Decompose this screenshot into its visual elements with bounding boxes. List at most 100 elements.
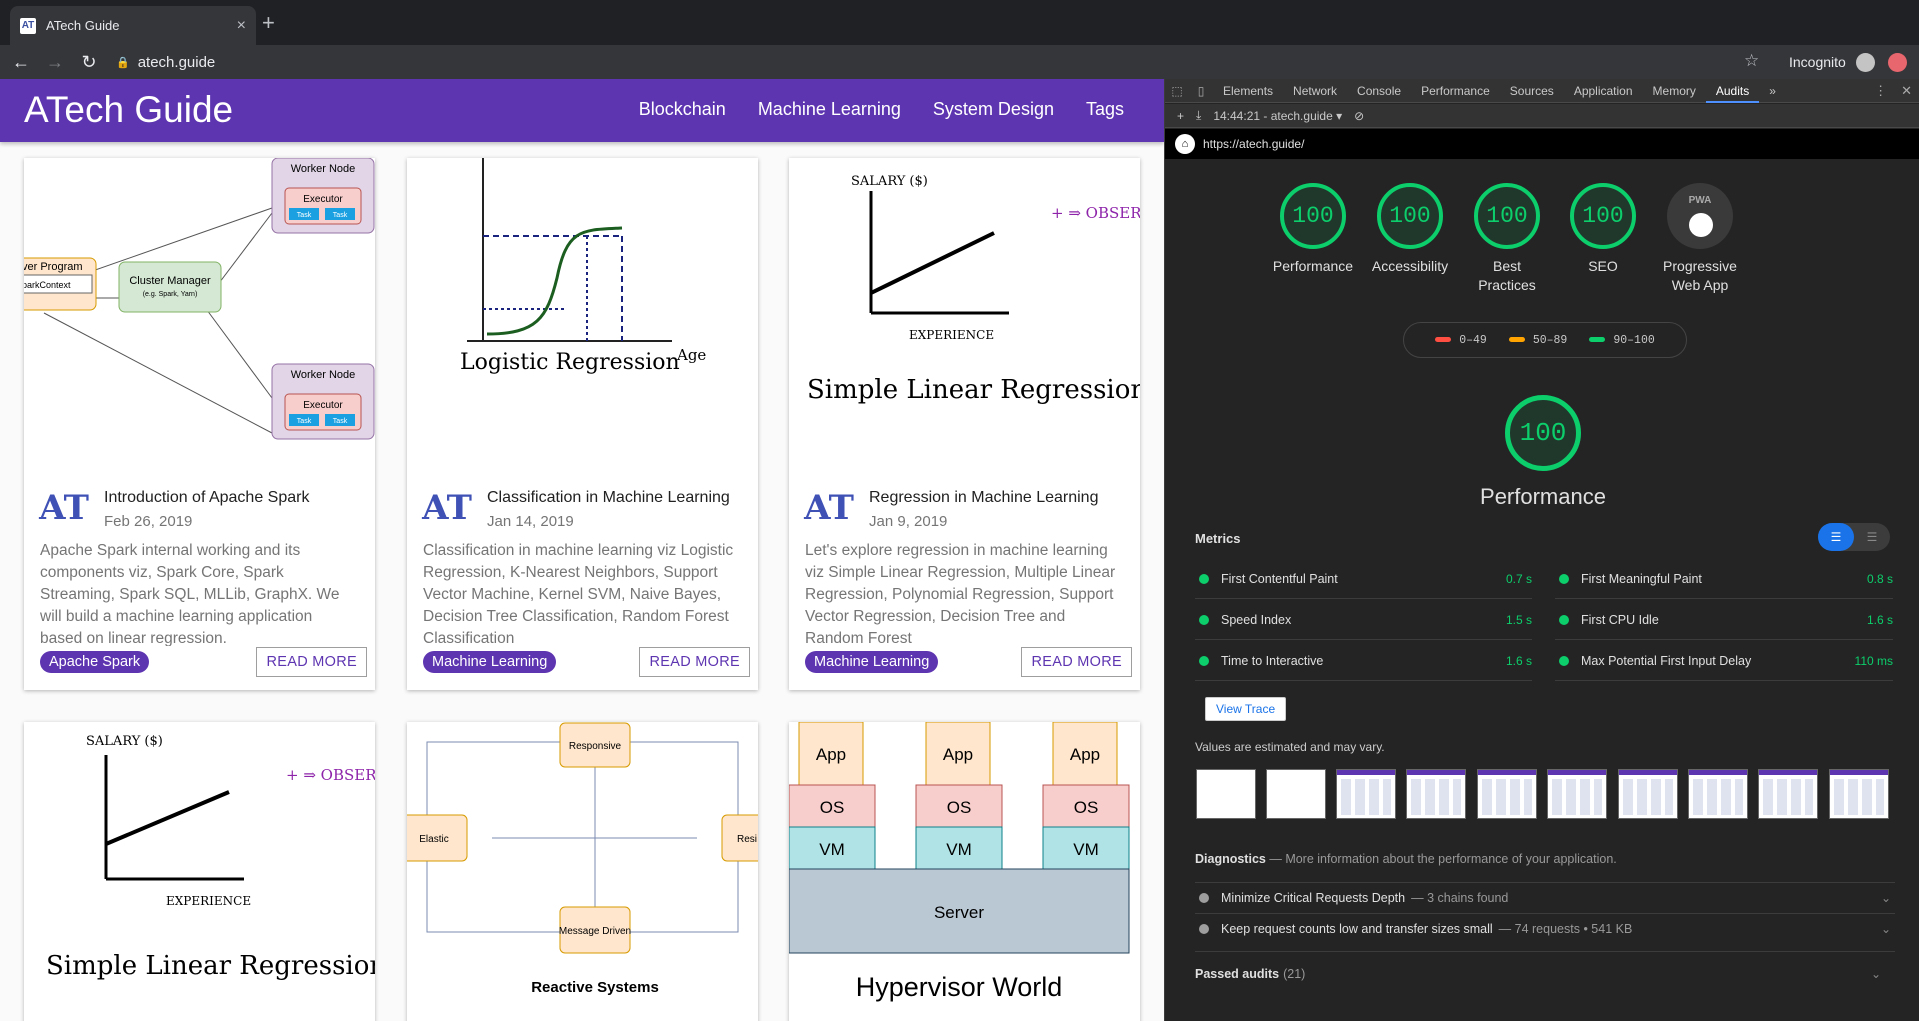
diagnostics-subtitle: — More information about the performance… <box>1269 852 1617 866</box>
vm-label: VM <box>819 840 845 859</box>
passed-audits-count: (21) <box>1283 966 1306 981</box>
filmstrip-frame <box>1829 769 1889 819</box>
forward-icon[interactable]: → <box>42 52 68 73</box>
metric-value: 1.6 s <box>1866 612 1893 627</box>
lock-icon: 🔒 <box>116 56 130 69</box>
address-bar[interactable]: 🔒 atech.guide <box>116 54 215 71</box>
card-image-logistic: Age Logistic Regression <box>407 158 758 458</box>
post-card[interactable]: Age Logistic Regression AT Classificatio… <box>407 158 758 690</box>
site-nav: Blockchain Machine Learning System Desig… <box>639 99 1124 120</box>
tag-chip[interactable]: Apache Spark <box>40 651 150 673</box>
close-tab-icon[interactable]: × <box>237 17 246 35</box>
diagnostics-title: Diagnostics <box>1195 852 1266 866</box>
filmstrip-frame <box>1688 769 1748 819</box>
app-label: App <box>816 745 846 764</box>
image-title: Reactive Systems <box>531 979 659 996</box>
os-label: OS <box>820 798 845 817</box>
executor-label: Executor <box>303 400 343 411</box>
audit-detail: — 74 requests • 541 KB <box>1498 922 1633 936</box>
task-label: Task <box>333 212 348 219</box>
chevron-down-icon[interactable]: ⌄ <box>1881 922 1891 936</box>
site-brand[interactable]: ATech Guide <box>24 89 233 131</box>
executor-label: Executor <box>303 194 343 205</box>
audit-row[interactable]: Keep request counts low and transfer siz… <box>1195 913 1895 944</box>
new-tab-button[interactable]: + <box>262 10 275 36</box>
filmstrip-frame <box>1618 769 1678 819</box>
gauge-pwa[interactable]: PWA Progressive Web App <box>1640 183 1760 295</box>
metric-name: First CPU Idle <box>1581 612 1659 627</box>
tab-memory[interactable]: Memory <box>1643 79 1706 103</box>
card-description: Apache Spark internal working and its co… <box>40 542 340 646</box>
card-title[interactable]: Classification in Machine Learning <box>487 487 730 509</box>
tab-elements[interactable]: Elements <box>1213 79 1283 103</box>
report-selector[interactable]: 14:44:21 - atech.guide ▾ <box>1213 109 1342 123</box>
browser-menu-icon[interactable] <box>1888 53 1907 72</box>
post-card[interactable]: Responsive Elastic Resi Message Driven R… <box>407 722 758 1021</box>
clear-icon[interactable]: ⊘ <box>1354 109 1364 123</box>
chevron-down-icon[interactable]: ⌄ <box>1871 967 1881 981</box>
node-message-driven: Message Driven <box>559 926 631 937</box>
post-card[interactable]: Worker Node Executor Task Task Worker No… <box>24 158 375 690</box>
back-icon[interactable]: ← <box>8 52 34 73</box>
vm-label: VM <box>1073 840 1099 859</box>
nav-blockchain[interactable]: Blockchain <box>639 99 726 120</box>
compact-view-icon[interactable]: ☰ <box>1818 523 1854 551</box>
tab-audits[interactable]: Audits <box>1705 79 1760 103</box>
pass-dot-icon <box>1199 614 1209 625</box>
image-title: Hypervisor World <box>856 972 1063 1002</box>
expanded-view-icon[interactable]: ☰ <box>1854 523 1890 551</box>
close-devtools-icon[interactable]: ✕ <box>1901 83 1912 99</box>
tab-console[interactable]: Console <box>1347 79 1411 103</box>
observation-note: + ⇒ OBSERVA <box>1051 204 1140 222</box>
tab-strip: AT ATech Guide × + <box>0 0 1919 45</box>
inspect-element-icon[interactable]: ⬚ <box>1165 84 1189 98</box>
legend-fail: 0–49 <box>1435 334 1487 347</box>
browser-toolbar: ← → ↻ 🔒 atech.guide ☆ Incognito <box>0 45 1919 79</box>
post-card[interactable]: SALARY ($) EXPERIENCE + ⇒ OBSERVA Simple… <box>789 158 1140 690</box>
tab-application[interactable]: Application <box>1564 79 1643 103</box>
devtools-tabbar: ⬚ ▯ Elements Network Console Performance… <box>1165 79 1919 103</box>
category-title: Performance <box>1480 484 1606 509</box>
card-title[interactable]: Introduction of Apache Spark <box>104 487 309 509</box>
new-audit-icon[interactable]: + <box>1177 109 1184 123</box>
audit-name: Minimize Critical Requests Depth <box>1221 891 1406 905</box>
more-tabs-icon[interactable]: » <box>1759 79 1786 103</box>
chevron-down-icon[interactable]: ⌄ <box>1881 891 1891 905</box>
audited-url[interactable]: https://atech.guide/ <box>1203 137 1304 151</box>
bookmark-star-icon[interactable]: ☆ <box>1744 51 1759 71</box>
devtools-panel: ⬚ ▯ Elements Network Console Performance… <box>1164 79 1919 1021</box>
reload-icon[interactable]: ↻ <box>76 52 102 73</box>
metric-value: 1.5 s <box>1505 612 1532 627</box>
passed-audits-toggle[interactable]: Passed audits (21) ⌄ <box>1195 951 1895 995</box>
view-trace-button[interactable]: View Trace <box>1205 697 1287 721</box>
card-image-hypervisor: App OS VM App OS VM App OS VM Server Hyp… <box>789 722 1140 1021</box>
nav-machine-learning[interactable]: Machine Learning <box>758 99 901 120</box>
filmstrip-frame <box>1477 769 1537 819</box>
os-label: OS <box>1074 798 1099 817</box>
read-more-button[interactable]: READ MORE <box>256 647 367 677</box>
download-report-icon[interactable]: ⤓ <box>1196 108 1201 123</box>
task-label: Task <box>297 212 312 219</box>
card-title[interactable]: Regression in Machine Learning <box>869 487 1098 509</box>
tab-network[interactable]: Network <box>1283 79 1347 103</box>
browser-tab[interactable]: AT ATech Guide × <box>10 6 256 45</box>
read-more-button[interactable]: READ MORE <box>1021 647 1132 677</box>
tab-sources[interactable]: Sources <box>1500 79 1564 103</box>
post-card[interactable]: SALARY ($) EXPERIENCE + ⇒ OBSERVA Simple… <box>24 722 375 1021</box>
spark-context-label: parkContext <box>24 280 71 290</box>
pwa-badge-dot <box>1689 213 1713 237</box>
device-toggle-icon[interactable]: ▯ <box>1189 84 1213 98</box>
tag-chip[interactable]: Machine Learning <box>805 651 939 673</box>
tab-performance[interactable]: Performance <box>1411 79 1500 103</box>
card-date: Feb 26, 2019 <box>104 512 193 530</box>
kebab-menu-icon[interactable]: ⋮ <box>1874 83 1887 99</box>
nav-system-design[interactable]: System Design <box>933 99 1054 120</box>
nav-tags[interactable]: Tags <box>1086 99 1124 120</box>
read-more-button[interactable]: READ MORE <box>639 647 750 677</box>
metrics-view-toggle[interactable]: ☰ ☰ <box>1818 523 1890 551</box>
post-card[interactable]: App OS VM App OS VM App OS VM Server Hyp… <box>789 722 1140 1021</box>
pwa-badge-icon: PWA <box>1667 183 1733 249</box>
incognito-icon[interactable] <box>1856 53 1875 72</box>
tag-chip[interactable]: Machine Learning <box>423 651 557 673</box>
audit-row[interactable]: Minimize Critical Requests Depth — 3 cha… <box>1195 882 1895 913</box>
